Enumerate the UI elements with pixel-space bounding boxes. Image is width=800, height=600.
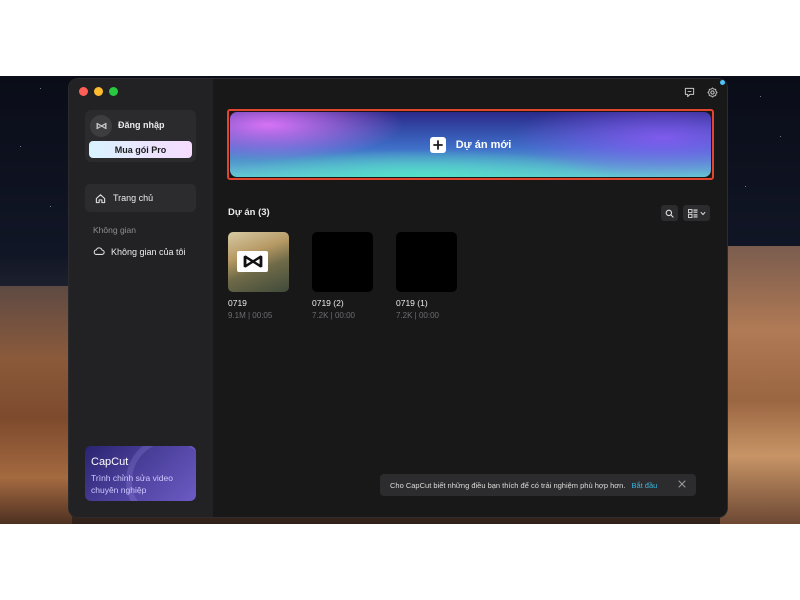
project-card[interactable]: 0719 (1) 7.2K | 00:00 <box>396 232 458 320</box>
message-icon[interactable] <box>683 86 696 99</box>
sidebar-item-my-space[interactable]: Không gian của tôi <box>93 245 186 259</box>
login-link[interactable]: Đăng nhập <box>118 120 165 130</box>
project-name: 0719 (2) <box>312 298 344 308</box>
promo-card[interactable]: CapCut Trình chỉnh sửa video chuyên nghi… <box>85 446 196 501</box>
search-button[interactable] <box>661 205 678 221</box>
buy-pro-button[interactable]: Mua gói Pro <box>89 141 192 158</box>
close-icon[interactable] <box>677 479 687 489</box>
project-name: 0719 (1) <box>396 298 428 308</box>
project-meta: 9.1M | 00:05 <box>228 311 273 320</box>
project-meta: 7.2K | 00:00 <box>396 311 439 320</box>
sidebar-item-home[interactable]: Trang chủ <box>85 184 196 212</box>
capcut-logo-icon <box>95 122 107 130</box>
search-icon <box>665 209 674 218</box>
new-project-label: Dự án mới <box>455 138 512 151</box>
grid-view-icon <box>687 208 697 218</box>
promo-description: Trình chỉnh sửa video chuyên nghiệp <box>91 473 173 495</box>
sidebar-item-label: Trang chủ <box>113 193 154 203</box>
close-window-button[interactable] <box>79 87 88 96</box>
capcut-logo-icon <box>237 251 268 272</box>
project-thumbnail[interactable] <box>228 232 289 292</box>
capcut-window: Đăng nhập Mua gói Pro Trang chủ Không gi… <box>69 79 727 517</box>
project-card[interactable]: 0719 9.1M | 00:05 <box>228 232 290 320</box>
project-thumbnail[interactable] <box>312 232 373 292</box>
project-meta: 7.2K | 00:00 <box>312 311 355 320</box>
plus-icon <box>429 136 446 153</box>
maximize-window-button[interactable] <box>109 87 118 96</box>
avatar[interactable] <box>90 115 112 137</box>
sidebar-item-label: Không gian của tôi <box>111 247 186 257</box>
gear-icon[interactable] <box>706 86 719 99</box>
project-thumbnail[interactable] <box>396 232 457 292</box>
main-panel: Dự án mới Dự án (3) 0719 9.1M | 00:05 07… <box>213 79 727 517</box>
top-toolbar <box>683 86 719 99</box>
view-mode-button[interactable] <box>683 205 710 221</box>
project-name: 0719 <box>228 298 247 308</box>
new-project-button[interactable]: Dự án mới <box>227 109 714 180</box>
toast-message: Cho CapCut biết những điều bạn thích để … <box>390 480 626 490</box>
new-project-banner: Dự án mới <box>230 112 711 177</box>
section-heading-space: Không gian <box>93 225 137 235</box>
login-card: Đăng nhập Mua gói Pro <box>85 110 196 162</box>
chevron-down-icon <box>699 211 706 215</box>
project-card[interactable]: 0719 (2) 7.2K | 00:00 <box>312 232 374 320</box>
home-icon <box>94 192 106 204</box>
projects-heading: Dự án (3) <box>228 207 270 218</box>
minimize-window-button[interactable] <box>94 87 103 96</box>
toast-start-link[interactable]: Bắt đầu <box>631 481 657 490</box>
notification-dot <box>720 80 725 85</box>
cloud-icon <box>93 243 105 261</box>
feedback-toast: Cho CapCut biết những điều bạn thích để … <box>380 474 696 496</box>
sidebar: Đăng nhập Mua gói Pro Trang chủ Không gi… <box>69 79 213 517</box>
screen: Đăng nhập Mua gói Pro Trang chủ Không gi… <box>0 0 800 600</box>
promo-brand: CapCut <box>91 456 129 468</box>
